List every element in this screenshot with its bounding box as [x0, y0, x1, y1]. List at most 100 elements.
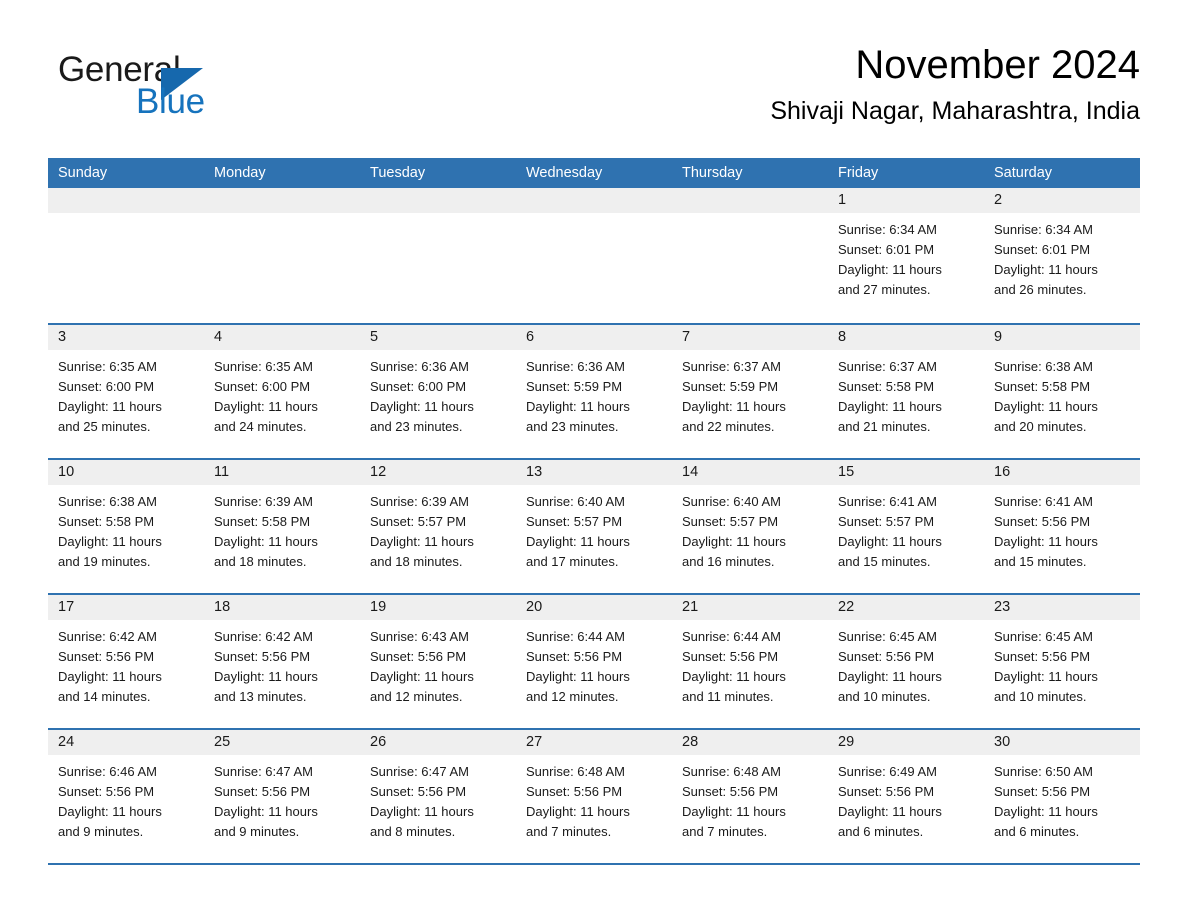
day-info: Sunrise: 6:34 AM Sunset: 6:01 PM Daylight:… — [984, 213, 1140, 300]
day-cell[interactable]: 9 Sunrise: 6:38 AM Sunset: 5:58 PM Daylight… — [984, 325, 1140, 458]
daylight-text-line2: and 13 minutes. — [214, 689, 307, 704]
daylight-text-line2: and 7 minutes. — [682, 824, 768, 839]
sunset-text: Sunset: 5:57 PM — [682, 514, 779, 529]
sunset-text: Sunset: 6:01 PM — [994, 242, 1091, 257]
daylight-text-line1: Daylight: 11 hours — [682, 669, 786, 684]
day-number-band: 25 — [204, 730, 360, 755]
day-number: 13 — [526, 464, 543, 480]
daylight-text-line1: Daylight: 11 hours — [994, 804, 1098, 819]
sunset-text: Sunset: 5:56 PM — [526, 784, 623, 799]
day-number-band: 30 — [984, 730, 1140, 755]
day-number-band: 8 — [828, 325, 984, 350]
day-number-band: 4 — [204, 325, 360, 350]
day-number-band — [48, 188, 204, 213]
day-number: 23 — [994, 599, 1011, 615]
sunset-text: Sunset: 5:56 PM — [214, 649, 311, 664]
day-info: Sunrise: 6:38 AM Sunset: 5:58 PM Daylight:… — [984, 350, 1140, 437]
day-cell-empty — [48, 188, 204, 323]
day-cell[interactable]: 15 Sunrise: 6:41 AM Sunset: 5:57 PM Dayligh… — [828, 460, 984, 593]
day-info: Sunrise: 6:48 AM Sunset: 5:56 PM Daylight:… — [672, 755, 828, 842]
day-cell[interactable]: 3 Sunrise: 6:35 AM Sunset: 6:00 PM Daylight… — [48, 325, 204, 458]
day-cell[interactable]: 28 Sunrise: 6:48 AM Sunset: 5:56 PM Dayligh… — [672, 730, 828, 863]
daylight-text-line2: and 14 minutes. — [58, 689, 151, 704]
brand-logo[interactable]: General Blue — [58, 50, 318, 130]
sunset-text: Sunset: 5:57 PM — [838, 514, 935, 529]
day-cell[interactable]: 21 Sunrise: 6:44 AM Sunset: 5:56 PM Dayligh… — [672, 595, 828, 728]
sunset-text: Sunset: 5:58 PM — [838, 379, 935, 394]
daylight-text-line2: and 7 minutes. — [526, 824, 612, 839]
day-cell[interactable]: 1 Sunrise: 6:34 AM Sunset: 6:01 PM Daylight… — [828, 188, 984, 323]
sunset-text: Sunset: 5:58 PM — [214, 514, 311, 529]
weekday-header-sunday: Sunday — [58, 165, 108, 181]
day-cell[interactable]: 20 Sunrise: 6:44 AM Sunset: 5:56 PM Dayligh… — [516, 595, 672, 728]
daylight-text-line1: Daylight: 11 hours — [994, 262, 1098, 277]
daylight-text-line2: and 16 minutes. — [682, 554, 775, 569]
day-cell[interactable]: 22 Sunrise: 6:45 AM Sunset: 5:56 PM Dayligh… — [828, 595, 984, 728]
day-cell[interactable]: 18 Sunrise: 6:42 AM Sunset: 5:56 PM Dayligh… — [204, 595, 360, 728]
sunset-text: Sunset: 5:56 PM — [370, 649, 467, 664]
day-info: Sunrise: 6:40 AM Sunset: 5:57 PM Daylight:… — [516, 485, 672, 572]
daylight-text-line1: Daylight: 11 hours — [370, 804, 474, 819]
sunset-text: Sunset: 5:56 PM — [58, 649, 155, 664]
daylight-text-line1: Daylight: 11 hours — [682, 534, 786, 549]
day-number-band: 2 — [984, 188, 1140, 213]
day-number-band: 29 — [828, 730, 984, 755]
daylight-text-line2: and 24 minutes. — [214, 419, 307, 434]
day-cell[interactable]: 17 Sunrise: 6:42 AM Sunset: 5:56 PM Dayligh… — [48, 595, 204, 728]
day-cell[interactable]: 14 Sunrise: 6:40 AM Sunset: 5:57 PM Dayligh… — [672, 460, 828, 593]
day-cell[interactable]: 25 Sunrise: 6:47 AM Sunset: 5:56 PM Dayligh… — [204, 730, 360, 863]
day-cell[interactable]: 12 Sunrise: 6:39 AM Sunset: 5:57 PM Dayligh… — [360, 460, 516, 593]
weekday-header-saturday: Saturday — [994, 165, 1053, 181]
day-number: 8 — [838, 329, 847, 345]
day-cell[interactable]: 2 Sunrise: 6:34 AM Sunset: 6:01 PM Daylight… — [984, 188, 1140, 323]
daylight-text-line1: Daylight: 11 hours — [58, 669, 162, 684]
day-cell[interactable]: 4 Sunrise: 6:35 AM Sunset: 6:00 PM Daylight… — [204, 325, 360, 458]
day-info: Sunrise: 6:44 AM Sunset: 5:56 PM Daylight:… — [672, 620, 828, 707]
daylight-text-line2: and 23 minutes. — [370, 419, 463, 434]
day-info: Sunrise: 6:42 AM Sunset: 5:56 PM Daylight:… — [48, 620, 204, 707]
daylight-text-line2: and 6 minutes. — [994, 824, 1080, 839]
day-number-band: 27 — [516, 730, 672, 755]
day-number: 16 — [994, 464, 1011, 480]
day-cell[interactable]: 19 Sunrise: 6:43 AM Sunset: 5:56 PM Dayligh… — [360, 595, 516, 728]
day-number-band: 14 — [672, 460, 828, 485]
sunset-text: Sunset: 5:56 PM — [994, 649, 1091, 664]
day-number-band: 13 — [516, 460, 672, 485]
day-info: Sunrise: 6:49 AM Sunset: 5:56 PM Daylight:… — [828, 755, 984, 842]
daylight-text-line1: Daylight: 11 hours — [526, 804, 630, 819]
sunrise-text: Sunrise: 6:44 AM — [526, 629, 625, 644]
daylight-text-line2: and 27 minutes. — [838, 282, 931, 297]
sunrise-text: Sunrise: 6:48 AM — [526, 764, 625, 779]
day-cell[interactable]: 13 Sunrise: 6:40 AM Sunset: 5:57 PM Dayligh… — [516, 460, 672, 593]
day-info: Sunrise: 6:35 AM Sunset: 6:00 PM Daylight:… — [204, 350, 360, 437]
sunset-text: Sunset: 5:57 PM — [526, 514, 623, 529]
daylight-text-line1: Daylight: 11 hours — [370, 534, 474, 549]
sunrise-text: Sunrise: 6:35 AM — [214, 359, 313, 374]
day-cell[interactable]: 10 Sunrise: 6:38 AM Sunset: 5:58 PM Dayligh… — [48, 460, 204, 593]
sunrise-text: Sunrise: 6:50 AM — [994, 764, 1093, 779]
day-cell-empty — [516, 188, 672, 323]
day-cell[interactable]: 6 Sunrise: 6:36 AM Sunset: 5:59 PM Daylight… — [516, 325, 672, 458]
day-number: 3 — [58, 329, 67, 345]
daylight-text-line2: and 22 minutes. — [682, 419, 775, 434]
day-cell[interactable]: 5 Sunrise: 6:36 AM Sunset: 6:00 PM Daylight… — [360, 325, 516, 458]
sunrise-text: Sunrise: 6:40 AM — [526, 494, 625, 509]
day-cell[interactable]: 16 Sunrise: 6:41 AM Sunset: 5:56 PM Dayligh… — [984, 460, 1140, 593]
daylight-text-line1: Daylight: 11 hours — [214, 534, 318, 549]
day-number: 30 — [994, 734, 1011, 750]
day-cell[interactable]: 26 Sunrise: 6:47 AM Sunset: 5:56 PM Dayligh… — [360, 730, 516, 863]
sunset-text: Sunset: 5:56 PM — [682, 784, 779, 799]
day-cell[interactable]: 11 Sunrise: 6:39 AM Sunset: 5:58 PM Dayligh… — [204, 460, 360, 593]
day-cell[interactable]: 29 Sunrise: 6:49 AM Sunset: 5:56 PM Dayligh… — [828, 730, 984, 863]
day-number-band — [672, 188, 828, 213]
day-cell[interactable]: 7 Sunrise: 6:37 AM Sunset: 5:59 PM Daylight… — [672, 325, 828, 458]
calendar-week-row: 1 Sunrise: 6:34 AM Sunset: 6:01 PM Daylight… — [48, 188, 1140, 323]
day-cell[interactable]: 24 Sunrise: 6:46 AM Sunset: 5:56 PM Dayligh… — [48, 730, 204, 863]
calendar-page: General Blue November 2024 Shivaji Nagar… — [0, 0, 1188, 918]
day-cell[interactable]: 30 Sunrise: 6:50 AM Sunset: 5:56 PM Dayligh… — [984, 730, 1140, 863]
day-cell[interactable]: 8 Sunrise: 6:37 AM Sunset: 5:58 PM Daylight… — [828, 325, 984, 458]
day-number-band: 12 — [360, 460, 516, 485]
sunset-text: Sunset: 5:59 PM — [682, 379, 779, 394]
day-cell[interactable]: 23 Sunrise: 6:45 AM Sunset: 5:56 PM Dayligh… — [984, 595, 1140, 728]
day-cell[interactable]: 27 Sunrise: 6:48 AM Sunset: 5:56 PM Dayligh… — [516, 730, 672, 863]
